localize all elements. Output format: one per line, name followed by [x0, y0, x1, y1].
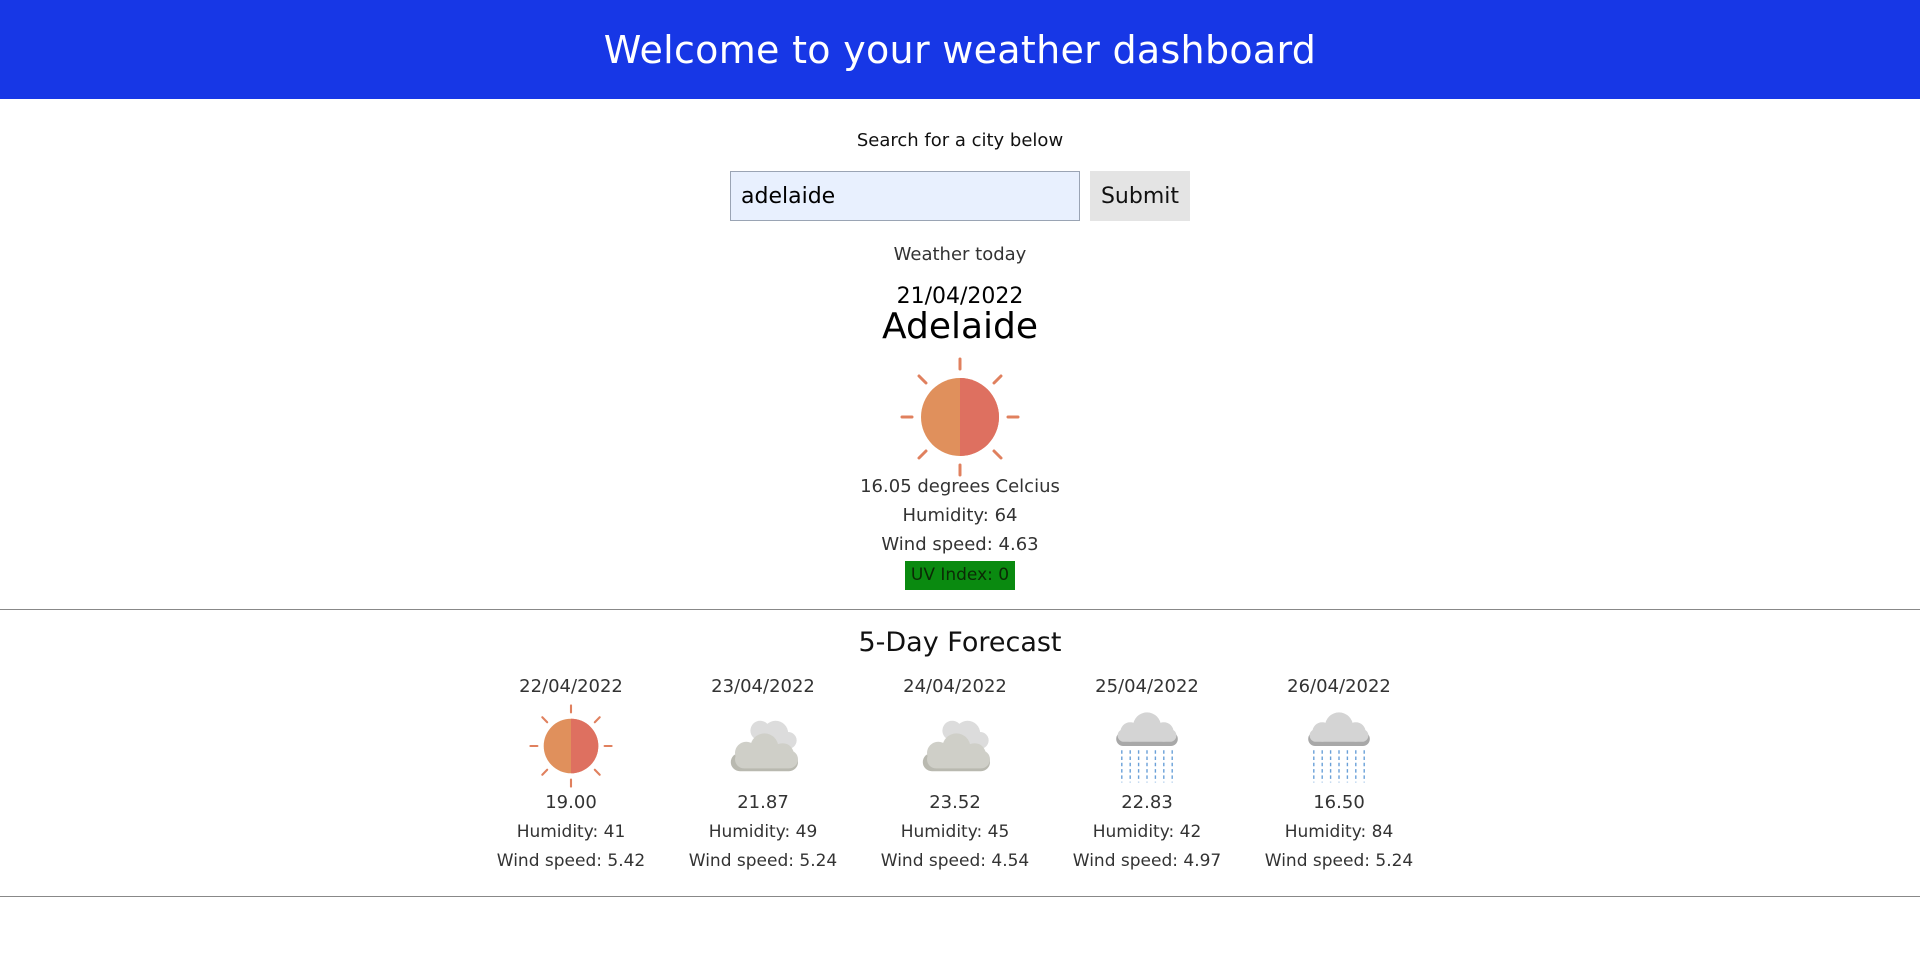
forecast-humidity: Humidity: 49	[708, 822, 818, 842]
forecast-humidity: Humidity: 45	[900, 822, 1010, 842]
forecast-list: 22/04/2022 19.00 Humidity: 41 Wind speed…	[475, 676, 1435, 871]
forecast-card: 22/04/2022 19.00 Humidity: 41 Wind speed…	[475, 676, 667, 871]
divider	[0, 609, 1920, 610]
forecast-card: 26/04/2022 16.50 Humidity: 84 Wind speed…	[1243, 676, 1435, 871]
forecast-wind-speed: Wind speed: 4.54	[880, 851, 1030, 871]
today-humidity: Humidity: 64	[902, 505, 1018, 526]
rain-icon	[1116, 712, 1178, 783]
forecast-humidity: Humidity: 84	[1284, 822, 1394, 842]
forecast-card: 24/04/2022 23.52 Humidity: 45 Wind speed…	[859, 676, 1051, 871]
forecast-date: 24/04/2022	[903, 676, 1007, 697]
forecast-wind-speed: Wind speed: 5.24	[688, 851, 838, 871]
forecast-date: 26/04/2022	[1287, 676, 1391, 697]
forecast-date: 25/04/2022	[1095, 676, 1199, 697]
sun-icon	[900, 357, 1020, 477]
divider	[0, 896, 1920, 897]
page-title: Welcome to your weather dashboard	[603, 27, 1317, 72]
forecast-temperature: 19.00	[545, 792, 597, 813]
search-form: Submit	[730, 171, 1190, 223]
forecast-humidity: Humidity: 42	[1092, 822, 1202, 842]
forecast-wind-speed: Wind speed: 5.42	[496, 851, 646, 871]
forecast-card: 23/04/2022 21.87 Humidity: 49 Wind speed…	[667, 676, 859, 871]
forecast-wind-speed: Wind speed: 4.97	[1072, 851, 1222, 871]
clouds-icon	[922, 720, 990, 772]
sun-icon	[529, 704, 613, 788]
page-header: Welcome to your weather dashboard	[0, 0, 1920, 99]
forecast-date: 22/04/2022	[519, 676, 623, 697]
rain-icon	[1308, 712, 1370, 783]
weather-today-label: Weather today	[893, 244, 1027, 265]
forecast-temperature: 22.83	[1121, 792, 1173, 813]
clouds-icon	[730, 720, 798, 772]
forecast-date: 23/04/2022	[711, 676, 815, 697]
today-temperature: 16.05 degrees Celcius	[860, 476, 1060, 497]
forecast-temperature: 23.52	[929, 792, 981, 813]
submit-button[interactable]: Submit	[1090, 171, 1190, 221]
forecast-temperature: 21.87	[737, 792, 789, 813]
forecast-temperature: 16.50	[1313, 792, 1365, 813]
forecast-wind-speed: Wind speed: 5.24	[1264, 851, 1414, 871]
uv-index-badge: UV Index: 0	[905, 561, 1015, 590]
search-label: Search for a city below	[856, 130, 1064, 151]
today-wind-speed: Wind speed: 4.63	[881, 534, 1039, 555]
forecast-title: 5-Day Forecast	[858, 627, 1062, 658]
forecast-card: 25/04/2022 22.83 Humidity: 42 Wind speed…	[1051, 676, 1243, 871]
today-city: Adelaide	[881, 306, 1039, 347]
city-search-input[interactable]	[730, 171, 1080, 221]
forecast-humidity: Humidity: 41	[516, 822, 626, 842]
